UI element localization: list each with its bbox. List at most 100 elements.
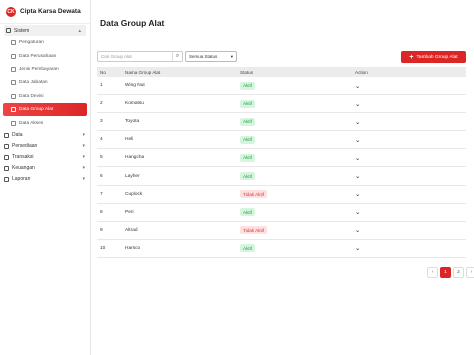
sidebar-item-label: Data Perusahaan [19, 53, 57, 59]
chevron-down-icon[interactable]: ⌄ [355, 155, 360, 162]
sidebar-item-label: Pengaturan [19, 40, 44, 46]
sidebar-group-persediaan[interactable]: Persediaan ▾ [0, 141, 90, 152]
chevron-down-icon[interactable]: ⌄ [355, 191, 360, 198]
add-group-button[interactable]: + Tambah Group Alat [401, 51, 466, 63]
status-filter-value: Semua Status [189, 54, 218, 59]
row-number: 9 [100, 227, 103, 233]
menu-item-icon [11, 120, 16, 126]
sidebar-item-pengaturan[interactable]: Pengaturan [3, 36, 87, 49]
pagination-page-1[interactable]: 1 [440, 267, 451, 278]
sidebar-item-data-jabatan[interactable]: Data Jabatan [3, 76, 87, 89]
group-icon [4, 176, 9, 182]
row-number: 7 [100, 191, 103, 197]
group-name: Komatsu [125, 101, 144, 107]
table-row: 7 Cuplock Tidak Aktif ⌄ [97, 186, 466, 204]
status-cell: Tidak Aktif [240, 226, 355, 235]
status-cell: Aktif [240, 99, 355, 108]
group-name: Peri [125, 209, 134, 215]
status-badge: Tidak Aktif [240, 226, 268, 235]
table-row: 6 Layher Aktif ⌄ [97, 167, 466, 186]
sidebar-item-data-group-alat[interactable]: Data Group Alat [3, 102, 87, 117]
sidebar-group-label: Sistem [14, 27, 30, 34]
action-cell: ⌄ [355, 244, 466, 252]
sidebar-item-label: Data Group Alat [19, 107, 54, 113]
search-input[interactable]: Cari Group Alat ⌕ [97, 51, 183, 62]
chevron-down-icon: ▾ [82, 132, 85, 139]
main-content: Data Group Alat Cari Group Alat ⌕ Semua … [92, 0, 474, 355]
row-number: 10 [100, 245, 106, 251]
pagination-prev[interactable]: ‹ [427, 267, 438, 278]
sidebar-group-sistem[interactable]: Sistem ▴ [4, 25, 86, 36]
group-alat-table: No Nama Group Alat Status Action 1 Wing N… [97, 67, 466, 258]
sidebar-item-data-akses[interactable]: Data Akses [3, 116, 87, 129]
row-number: 4 [100, 137, 103, 143]
table-row: 9 Altrad Tidak Aktif ⌄ [97, 222, 466, 240]
chevron-down-icon[interactable]: ⌄ [355, 173, 360, 180]
table-row: 3 Toyota Aktif ⌄ [97, 113, 466, 132]
sidebar-group-transaksi[interactable]: Transaksi ▾ [0, 152, 90, 163]
table-header: No Nama Group Alat Status Action [97, 67, 466, 77]
sidebar-item-label: Data Jabatan [19, 80, 48, 86]
sidebar-group-laporan[interactable]: Laporan ▾ [0, 174, 90, 185]
menu-item-icon [11, 93, 16, 99]
status-filter-select[interactable]: Semua Status ▾ [185, 51, 237, 62]
chevron-down-icon[interactable]: ⌄ [355, 209, 360, 216]
chevron-down-icon[interactable]: ⌄ [355, 101, 360, 108]
action-cell: ⌄ [355, 100, 466, 108]
table-body: 1 Wing Nut Aktif ⌄ 2 Komatsu Aktif ⌄ 3 Toyota Akti… [97, 77, 466, 258]
company-logo: CK [6, 6, 16, 17]
group-name: Cuplock [125, 191, 143, 197]
chevron-down-icon: ▾ [230, 53, 233, 59]
table-row: 1 Wing Nut Aktif ⌄ [97, 77, 466, 96]
group-name: Layher [125, 173, 140, 179]
status-cell: Aktif [240, 153, 355, 162]
group-name: Heli [125, 137, 134, 143]
status-cell: Aktif [240, 81, 355, 90]
action-cell: ⌄ [355, 136, 466, 144]
row-number: 8 [100, 209, 103, 215]
status-cell: Aktif [240, 117, 355, 126]
menu-item-icon [11, 66, 16, 72]
action-cell: ⌄ [355, 208, 466, 216]
sidebar-item-jenis-pembayaran[interactable]: Jenis Pembayaran [3, 63, 87, 76]
chevron-down-icon[interactable]: ⌄ [355, 83, 360, 90]
menu-item-icon [11, 53, 16, 59]
row-number: 2 [100, 101, 103, 107]
group-name: Altrad [125, 227, 138, 233]
pagination-next[interactable]: › [466, 267, 474, 278]
sidebar-group-label: Transaksi [12, 154, 34, 161]
row-number: 1 [100, 83, 103, 89]
group-icon [4, 165, 9, 171]
sidebar-group-label: Keuangan [12, 165, 35, 172]
table-row: 5 Hangcha Aktif ⌄ [97, 149, 466, 168]
sidebar-group-label: Data [12, 132, 23, 139]
action-cell: ⌄ [355, 172, 466, 180]
brand-name: Cipta Karsa Dewata [20, 8, 81, 15]
sidebar-groups: Data ▾ Persediaan ▾ Transaksi ▾ Keuangan ▾ Lapor… [0, 130, 90, 185]
sidebar-group-data[interactable]: Data ▾ [0, 130, 90, 141]
chevron-down-icon: ▾ [82, 143, 85, 150]
sidebar-group-label: Laporan [12, 176, 31, 183]
search-icon[interactable]: ⌕ [172, 52, 182, 61]
chevron-down-icon: ▾ [82, 176, 85, 183]
chevron-down-icon[interactable]: ⌄ [355, 227, 360, 234]
chevron-down-icon[interactable]: ⌄ [355, 119, 360, 126]
chevron-down-icon[interactable]: ⌄ [355, 245, 360, 252]
system-icon [6, 28, 11, 33]
chevron-down-icon[interactable]: ⌄ [355, 137, 360, 144]
sidebar-item-data-perusahaan[interactable]: Data Perusahaan [3, 49, 87, 62]
sidebar-group-keuangan[interactable]: Keuangan ▾ [0, 163, 90, 174]
pagination-page-2[interactable]: 2 [453, 267, 464, 278]
header-status: Status [240, 69, 254, 75]
sidebar-item-label: Data Devisi [19, 93, 44, 99]
sidebar-item-label: Data Akses [19, 120, 44, 126]
group-icon [4, 143, 9, 149]
header-no: No [100, 69, 106, 75]
sidebar-item-data-devisi[interactable]: Data Devisi [3, 90, 87, 103]
row-number: 3 [100, 119, 103, 125]
group-name: Toyota [125, 119, 140, 125]
group-name: Hangcha [125, 155, 145, 161]
chevron-up-icon: ▴ [78, 27, 81, 34]
brand[interactable]: CK Cipta Karsa Dewata [0, 0, 90, 24]
status-cell: Aktif [240, 208, 355, 217]
